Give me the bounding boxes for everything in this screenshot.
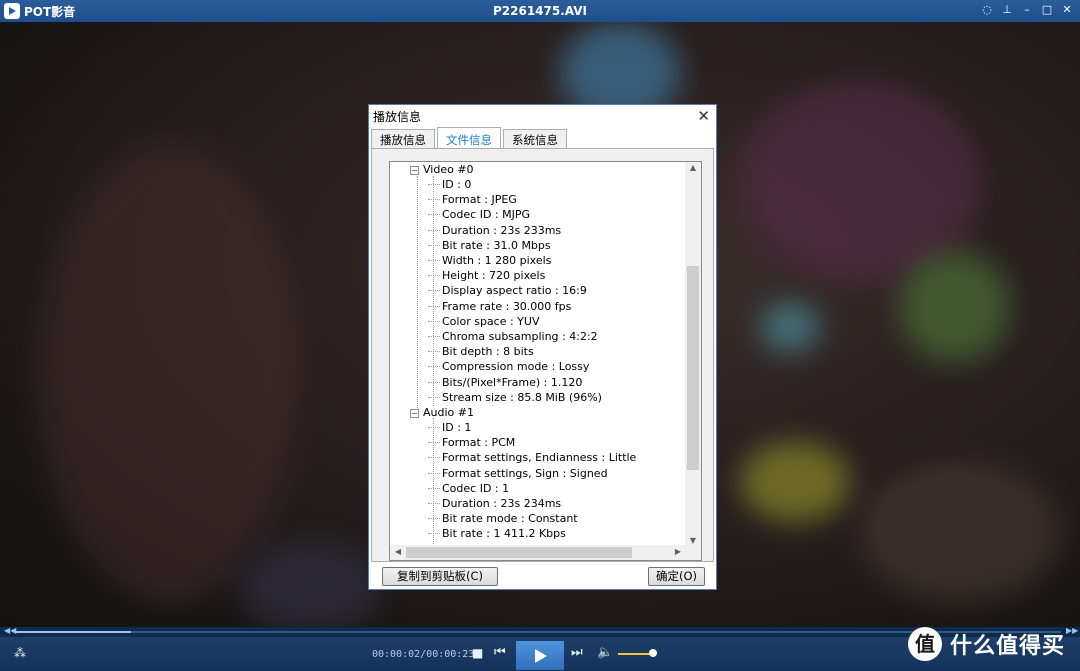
tree-item[interactable]: ID : 0: [442, 177, 471, 192]
tree-connector: [428, 336, 440, 337]
tree-item[interactable]: Color space : YUV: [442, 314, 539, 329]
scroll-right-icon[interactable]: ▶: [670, 547, 686, 556]
tree-item[interactable]: Codec ID : MJPG: [442, 207, 530, 222]
ok-button[interactable]: 确定(O): [648, 567, 705, 586]
tree-connector: [428, 366, 440, 368]
tree-connector: [428, 518, 440, 520]
app-name[interactable]: POT影音: [24, 3, 75, 20]
tab-panel: − Video #0 ID : 0 Format : JPEG Codec ID : …: [371, 148, 714, 562]
group-label: Audio #1: [423, 406, 474, 419]
pin-icon[interactable]: ⊥: [1000, 3, 1014, 17]
tree-connector: [428, 229, 440, 231]
tree-connector: [428, 244, 440, 246]
watermark-badge: 值: [908, 627, 942, 661]
group-label: Video #0: [423, 163, 474, 176]
tree-connector: [428, 487, 440, 489]
tree-item[interactable]: Duration : 23s 233ms: [442, 223, 561, 238]
collapse-icon[interactable]: −: [410, 166, 419, 175]
scroll-thumb[interactable]: [687, 266, 699, 470]
tree-group-video[interactable]: − Video #0: [410, 162, 474, 177]
volume-knob[interactable]: [649, 649, 657, 657]
tree-item[interactable]: Format : JPEG: [442, 192, 517, 207]
tree-item[interactable]: ID : 1: [442, 420, 471, 435]
tree-connector: [428, 275, 440, 277]
tree-connector: [428, 427, 440, 428]
tree-connector: [428, 290, 440, 292]
file-info-tree[interactable]: − Video #0 ID : 0 Format : JPEG Codec ID : …: [389, 161, 702, 561]
tree-connector: [428, 396, 440, 398]
speaker-icon[interactable]: 🔈: [597, 645, 613, 660]
window-title: P2261475.AVI: [492, 4, 588, 18]
tree-item[interactable]: Bit depth : 8 bits: [442, 344, 534, 359]
tree-item[interactable]: Stream size : 85.8 MiB (96%): [442, 390, 602, 405]
app-logo-icon[interactable]: [4, 3, 20, 19]
tree-item[interactable]: Display aspect ratio : 16:9: [442, 283, 587, 298]
copy-to-clipboard-button[interactable]: 复制到剪贴板(C): [382, 567, 498, 586]
stop-icon[interactable]: ■: [472, 646, 483, 660]
seek-forward-icon[interactable]: ▶▶: [1066, 626, 1078, 635]
tree-connector: [428, 503, 440, 504]
tree-item[interactable]: Duration : 23s 234ms: [442, 496, 561, 511]
tree-connector: [428, 199, 440, 201]
seek-back-icon[interactable]: ◀◀: [4, 626, 16, 635]
previous-icon[interactable]: ⏮: [494, 645, 506, 660]
playback-info-dialog: 播放信息 ✕ 播放信息 文件信息 系统信息 − Video #0 ID : 0 Fo…: [368, 104, 717, 590]
tab-playback-info[interactable]: 播放信息: [371, 129, 435, 148]
dialog-title: 播放信息: [373, 109, 422, 124]
vertical-scrollbar[interactable]: ▲ ▼: [685, 162, 701, 546]
time-display: 00:00:02/00:00:23: [372, 649, 475, 660]
minimize-button[interactable]: –: [1020, 3, 1034, 17]
tree-item[interactable]: Format settings, Sign : Signed: [442, 466, 608, 481]
tab-strip: 播放信息 文件信息 系统信息: [371, 127, 569, 149]
tree-item[interactable]: Frame rate : 30.000 fps: [442, 299, 571, 314]
dialog-title-bar[interactable]: 播放信息 ✕: [369, 105, 716, 127]
chat-icon[interactable]: ◌: [980, 3, 994, 17]
scroll-left-icon[interactable]: ◀: [390, 547, 406, 556]
tree-group-audio[interactable]: − Audio #1: [410, 405, 474, 420]
tree-connector: [428, 320, 440, 322]
tree-item[interactable]: Bit rate : 31.0 Mbps: [442, 238, 551, 253]
tree-item[interactable]: Bit rate : 1 411.2 Kbps: [442, 526, 566, 541]
tree-item[interactable]: Codec ID : 1: [442, 481, 509, 496]
tree-connector: [428, 351, 440, 353]
horizontal-scrollbar[interactable]: ◀ ▶: [390, 545, 686, 560]
tree-item[interactable]: Compression mode : Lossy: [442, 359, 589, 374]
tree-item[interactable]: Format settings, Endianness : Little: [442, 450, 636, 465]
tree-connector: [428, 260, 440, 261]
tree-connector: [428, 457, 440, 459]
tree-connector: [428, 381, 440, 383]
tree-connector: [428, 305, 440, 307]
tree-connector: [428, 533, 440, 535]
dialog-close-icon[interactable]: ✕: [697, 107, 710, 125]
tree-content: − Video #0 ID : 0 Format : JPEG Codec ID : …: [390, 162, 686, 546]
tab-file-info[interactable]: 文件信息: [437, 127, 501, 148]
tree-connector: [428, 442, 440, 444]
scroll-up-icon[interactable]: ▲: [685, 163, 701, 172]
title-bar: POT影音 P2261475.AVI ◌ ⊥ – □ ✕: [0, 0, 1080, 22]
close-button[interactable]: ✕: [1060, 3, 1074, 17]
scroll-thumb[interactable]: [406, 547, 632, 558]
scroll-corner: [685, 545, 701, 560]
menu-foot-icon[interactable]: ⁂: [14, 646, 26, 660]
tree-connector: [428, 214, 440, 216]
tree-item[interactable]: Width : 1 280 pixels: [442, 253, 551, 268]
maximize-button[interactable]: □: [1040, 3, 1054, 17]
collapse-icon[interactable]: −: [410, 409, 419, 418]
tree-connector: [428, 184, 440, 185]
play-button[interactable]: [516, 641, 564, 670]
tab-system-info[interactable]: 系统信息: [503, 129, 567, 148]
seek-progress: [16, 631, 131, 633]
tree-connector: [428, 472, 440, 474]
tree-item[interactable]: Bits/(Pixel*Frame) : 1.120: [442, 375, 582, 390]
tree-item[interactable]: Format : PCM: [442, 435, 515, 450]
watermark-text: 什么值得买: [950, 634, 1066, 659]
seek-rail[interactable]: [16, 631, 1061, 633]
tree-item[interactable]: Chroma subsampling : 4:2:2: [442, 329, 598, 344]
tree-item[interactable]: Bit rate mode : Constant: [442, 511, 578, 526]
watermark: 值 什么值得买: [908, 625, 1065, 663]
tree-item[interactable]: Height : 720 pixels: [442, 268, 545, 283]
next-icon[interactable]: ⏭: [571, 645, 583, 660]
scroll-down-icon[interactable]: ▼: [685, 536, 701, 545]
